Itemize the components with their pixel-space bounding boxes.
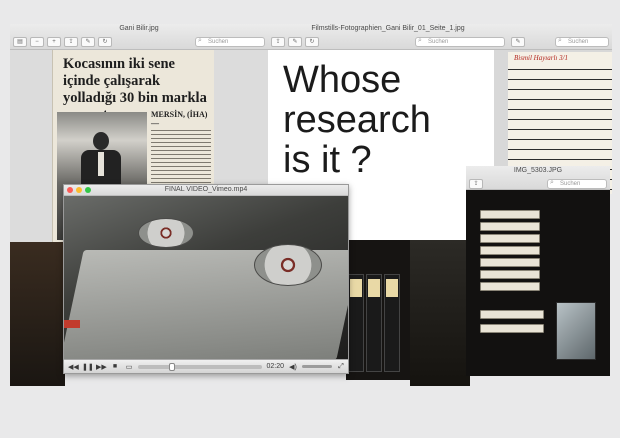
rotate-icon[interactable]: ↻ [305, 37, 319, 47]
zoom-out-icon[interactable]: − [30, 37, 44, 47]
volume-slider[interactable] [302, 365, 332, 368]
share-icon[interactable]: ⇪ [469, 179, 483, 189]
playback-controls: ◀◀ ❚❚ ▶▶ ■ ▭ 02:20 ◀) ⤢ [64, 359, 348, 373]
cassette-label [480, 222, 540, 231]
markup-icon[interactable]: ✎ [288, 37, 302, 47]
headline-line-1: Whose [283, 59, 402, 101]
window-title: Gani Bilir.jpg [119, 25, 159, 32]
background-photo-strip-left [10, 240, 65, 386]
video-player-window[interactable]: FINAL VIDEO_Vimeo.mp4 ◀◀ ❚❚ ▶▶ ■ ▭ 02:20… [63, 184, 349, 374]
share-icon[interactable]: ⇪ [64, 37, 78, 47]
toolbar: ⇪ Suchen [469, 178, 607, 190]
cassette-label [480, 270, 540, 279]
article-dropcap: MERSİN, (İHA) — [151, 110, 214, 128]
vhs-tapes-photo [346, 240, 410, 380]
pause-icon[interactable]: ❚❚ [82, 363, 94, 371]
headline-line-3: is it ? [283, 139, 372, 181]
rotate-icon[interactable]: ↻ [98, 37, 112, 47]
headline-text: Whose research is it ? [283, 60, 431, 180]
video-frame[interactable] [64, 196, 348, 361]
rewind-icon[interactable]: ◀◀ [68, 363, 79, 371]
search-input[interactable]: Suchen [415, 37, 505, 47]
cassette-label [480, 310, 544, 319]
titlebar[interactable]: IMG_5303.JPG ⇪ Suchen [466, 166, 610, 190]
markup-icon[interactable]: ✎ [511, 37, 525, 47]
titlebar[interactable]: Filmstills-Fotographien_Gani Bilir_01_Se… [268, 24, 508, 50]
scrub-bar[interactable] [138, 362, 263, 371]
fullscreen-icon[interactable]: ⤢ [336, 363, 346, 371]
zoom-in-icon[interactable]: + [47, 37, 61, 47]
notes-header: Bismil Hayıarlı 3/1 [514, 54, 569, 62]
titlebar[interactable]: Gani Bilir.jpg ▤ − + ⇪ ✎ ↻ Suchen [10, 24, 268, 50]
window-title: FINAL VIDEO_Vimeo.mp4 [164, 186, 248, 193]
fast-forward-icon[interactable]: ▶▶ [96, 363, 107, 371]
window-title: IMG_5303.JPG [513, 167, 563, 174]
captions-icon[interactable]: ▭ [124, 363, 134, 371]
search-input[interactable]: Suchen [195, 37, 265, 47]
cassette-label [480, 258, 540, 267]
share-icon[interactable]: ⇪ [271, 37, 285, 47]
toolbar: ⇪ ✎ ↻ Suchen [271, 36, 505, 48]
tape-reel-left [138, 218, 194, 248]
stop-icon[interactable]: ■ [110, 363, 120, 370]
preview-window-cassettes[interactable]: IMG_5303.JPG ⇪ Suchen [466, 166, 610, 376]
headline-line-2: research [283, 99, 431, 141]
titlebar[interactable]: FINAL VIDEO_Vimeo.mp4 [64, 185, 348, 196]
search-input[interactable]: Suchen [547, 179, 607, 189]
tape-reel-right [254, 244, 322, 286]
red-indicator [64, 320, 80, 328]
vhs-tape [348, 274, 364, 372]
cassette-label [480, 210, 540, 219]
toolbar: ✎ Suchen [511, 36, 609, 48]
vhs-tape [366, 274, 382, 372]
titlebar[interactable]: ✎ Suchen [508, 24, 612, 50]
window-title: Filmstills-Fotographien_Gani Bilir_01_Se… [311, 25, 465, 32]
sidebar-toggle-icon[interactable]: ▤ [13, 37, 27, 47]
volume-icon[interactable]: ◀) [288, 363, 298, 371]
markup-icon[interactable]: ✎ [81, 37, 95, 47]
background-photo-strip-right [410, 240, 470, 386]
cassette-tapes-photo [466, 190, 610, 376]
vhs-tape [384, 274, 400, 372]
time-display: 02:20 [266, 363, 284, 370]
toolbar: ▤ − + ⇪ ✎ ↻ Suchen [13, 36, 265, 48]
scrub-knob[interactable] [168, 362, 175, 371]
cassette-label [480, 246, 540, 255]
cassette-label [480, 234, 540, 243]
search-input[interactable]: Suchen [555, 37, 609, 47]
cassette-label [480, 282, 540, 291]
cassette-case [556, 302, 596, 360]
cassette-label [480, 324, 544, 333]
